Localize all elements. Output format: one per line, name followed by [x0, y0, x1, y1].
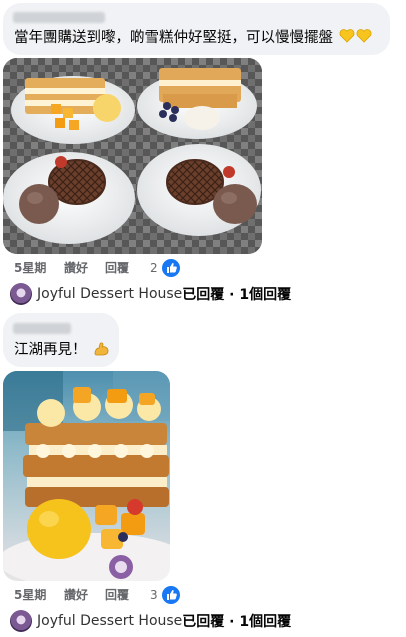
- thumbs-up-icon: [161, 259, 180, 277]
- comment-text-row: 江湖再見！: [14, 340, 110, 363]
- reply-thread-link[interactable]: Joyful Dessert House 已回覆 · 1個回覆: [10, 282, 291, 306]
- comment-time[interactable]: 5星期: [14, 258, 46, 278]
- comment-photo-desserts[interactable]: [3, 58, 262, 254]
- commenter-name-redacted[interactable]: [13, 12, 105, 23]
- reply-author[interactable]: Joyful Dessert House: [37, 613, 182, 629]
- comment-text: 江湖再見！: [14, 342, 87, 358]
- reply-button[interactable]: 回覆: [105, 258, 129, 278]
- mille-feuille-image: [3, 371, 170, 581]
- comment-actions: 5星期 讚好 回覆 3: [0, 585, 406, 605]
- comment-text-row: 當年團購送到嚟，啲雪糕仲好堅挺，可以慢慢擺盤: [14, 28, 373, 50]
- comment-bubble: 當年團購送到嚟，啲雪糕仲好堅挺，可以慢慢擺盤: [3, 3, 390, 55]
- commenter-name-redacted[interactable]: [13, 323, 71, 334]
- reaction-summary[interactable]: 3: [150, 585, 180, 605]
- like-count: 3: [150, 588, 158, 602]
- comment-bubble: 江湖再見！: [3, 313, 119, 367]
- flexed-biceps-icon: [93, 340, 110, 363]
- thumbs-up-icon: [161, 586, 180, 604]
- comment-photo-mille-feuille[interactable]: [3, 371, 170, 581]
- reply-thread-link[interactable]: Joyful Dessert House 已回覆 · 1個回覆: [10, 609, 291, 633]
- comment-time[interactable]: 5星期: [14, 585, 46, 605]
- comment-actions: 5星期 讚好 回覆 2: [0, 258, 406, 278]
- page-avatar: [10, 283, 32, 305]
- yellow-heart-icon: [339, 28, 373, 50]
- reply-button[interactable]: 回覆: [105, 585, 129, 605]
- page-avatar: [10, 610, 32, 632]
- reply-status: 已回覆 · 1個回覆: [182, 614, 292, 630]
- like-count: 2: [150, 261, 158, 275]
- reply-author[interactable]: Joyful Dessert House: [37, 286, 182, 302]
- reply-status: 已回覆 · 1個回覆: [182, 287, 292, 303]
- reaction-summary[interactable]: 2: [150, 258, 180, 278]
- like-button[interactable]: 讚好: [64, 258, 88, 278]
- like-button[interactable]: 讚好: [64, 585, 88, 605]
- comment-text: 當年團購送到嚟，啲雪糕仲好堅挺，可以慢慢擺盤: [14, 30, 333, 46]
- dessert-plates-image: [3, 58, 262, 254]
